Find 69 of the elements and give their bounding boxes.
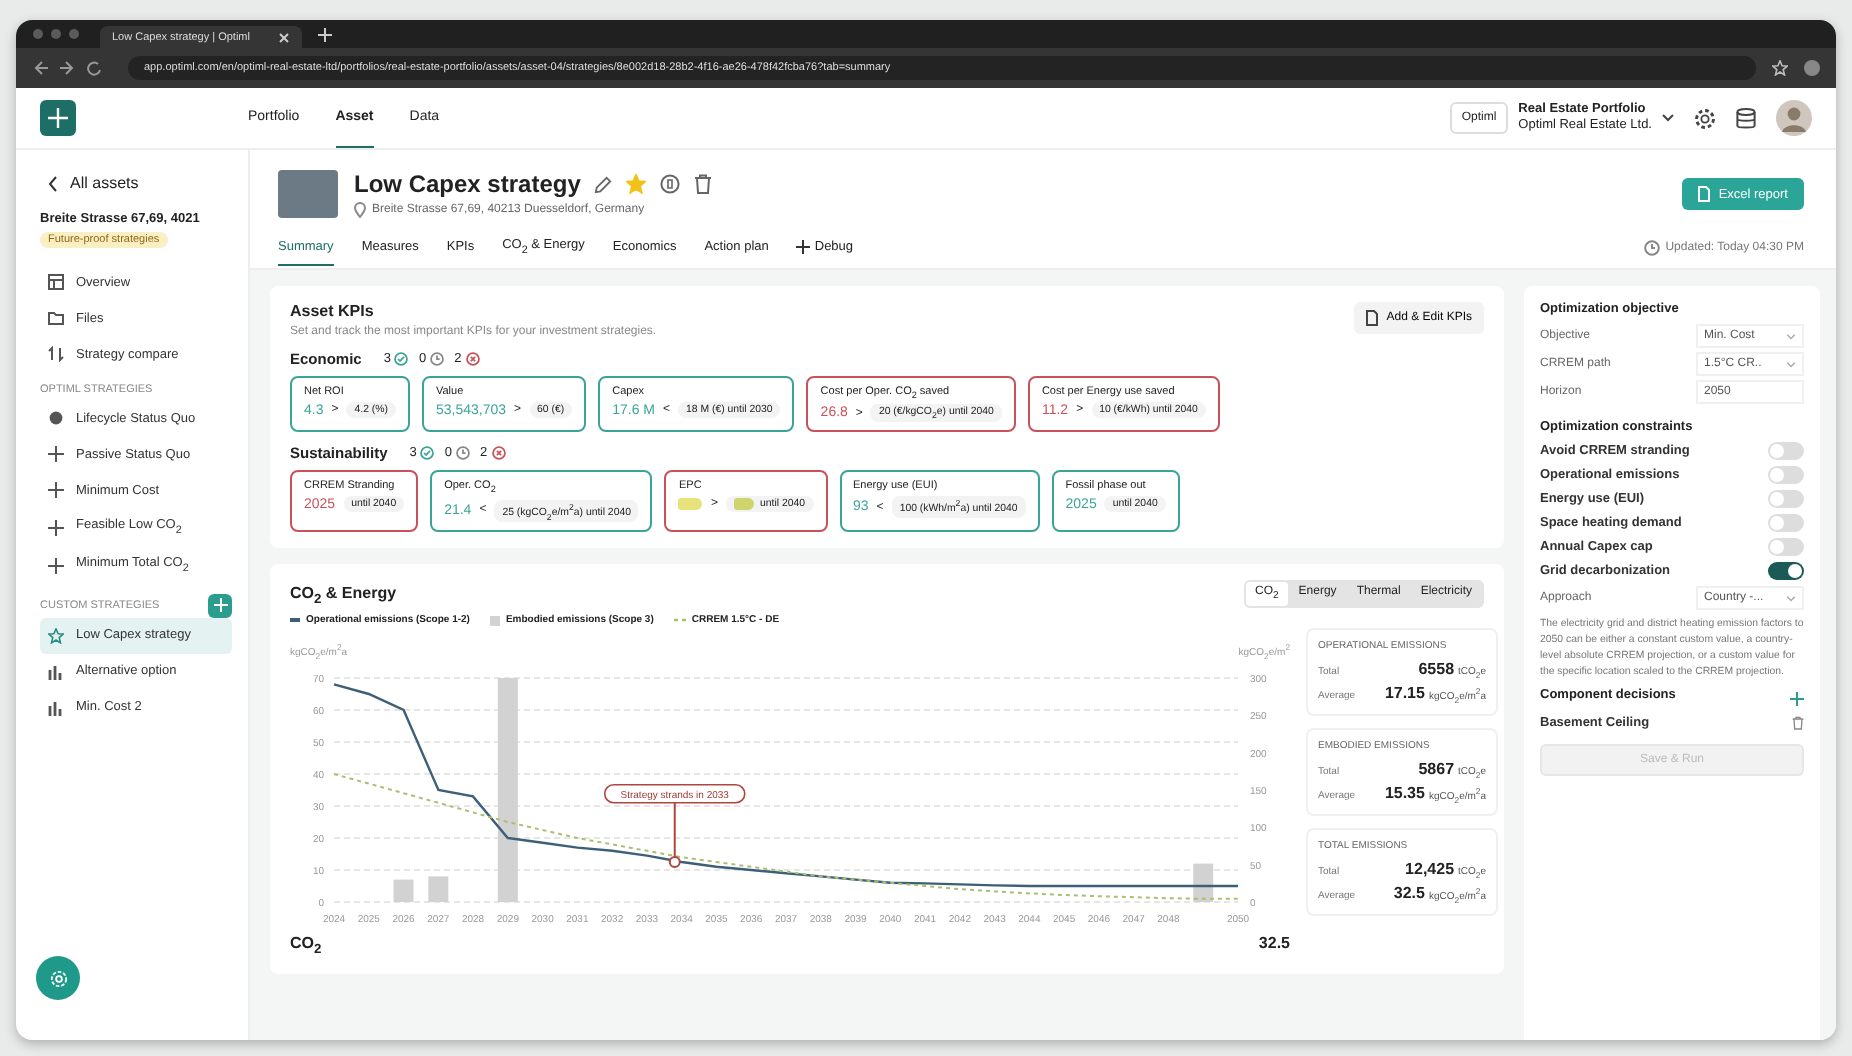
avatar-icon[interactable] [1776,100,1812,136]
stat-value: 12,425 [1405,860,1455,879]
browser-profile-icon[interactable] [1804,60,1820,76]
add-strategy-button[interactable] [208,593,232,618]
folder-icon [48,310,64,326]
layout-icon [48,274,64,290]
star-icon[interactable] [626,174,647,194]
pencil-icon[interactable] [594,175,613,193]
toggle-switch[interactable] [1768,442,1804,461]
leader-line [673,802,676,859]
plus-icon [213,598,227,613]
legend-square-icon [489,615,500,626]
clock-icon [430,352,445,367]
stat-value: 17.15 [1384,684,1425,703]
app-logo-icon[interactable] [40,100,76,136]
flower-icon [49,969,67,987]
toggle-switch[interactable] [1768,514,1804,533]
card-title: Asset KPIs [290,302,376,321]
summary-title: CO$_{2}$ [290,934,322,958]
clock-icon [456,446,471,461]
toggle-switch[interactable] [1768,538,1804,557]
caret-icon [1786,333,1796,340]
stat-value: 6558 [1418,660,1455,679]
check-circle-icon [420,446,435,461]
plus-icon[interactable] [1790,692,1804,707]
toggle-switch[interactable] [1768,490,1804,509]
document-icon [1698,186,1711,202]
bookmark-star-icon[interactable] [1772,60,1788,76]
stat-value: 15.35 [1384,784,1425,803]
trash-icon[interactable] [1792,716,1804,731]
coin-icon[interactable] [660,174,681,194]
summary-value: 32.5 [1258,934,1290,957]
trash-icon[interactable] [694,174,713,194]
close-icon[interactable] [277,31,290,43]
building-photo-placeholder [278,170,338,218]
cross-circle-icon [491,446,506,461]
swap-icon [48,346,64,362]
settings-icon[interactable] [1694,107,1716,129]
database-icon[interactable] [1736,107,1756,129]
cross-icon [48,557,64,574]
location-pin-icon [354,202,366,218]
legend-dash-icon [673,618,686,623]
strategy-title: Low Capex strategy [354,170,581,198]
card-title: CO$_{2}$ & Energy [290,583,397,607]
cross-icon [48,482,64,498]
bar-chart-icon [48,663,64,680]
caret-icon [1662,114,1674,122]
check-circle-icon [394,352,409,367]
epc-target-swatch [734,498,754,511]
toggle-switch[interactable] [1768,562,1804,581]
star-icon [48,627,64,644]
caret-icon [1786,361,1796,368]
cross-icon [796,240,811,255]
new-tab-icon[interactable] [317,27,332,41]
stranding-point-marker [668,856,681,869]
epc-rating-swatch [678,498,703,511]
bar-chart-icon [48,699,64,716]
stat-value: 32.5 [1393,884,1425,903]
caret-icon [1786,595,1796,602]
stat-value: 5867 [1418,760,1455,779]
window-controls-icon[interactable] [32,28,84,40]
document-icon [1366,310,1379,327]
cross-circle-icon [465,352,480,367]
cross-icon [48,446,64,462]
back-link[interactable]: All assets [48,174,232,192]
help-chat-button[interactable] [36,956,80,1000]
clock-icon [1643,240,1660,257]
toggle-switch[interactable] [1768,466,1804,485]
cross-icon [48,519,64,536]
